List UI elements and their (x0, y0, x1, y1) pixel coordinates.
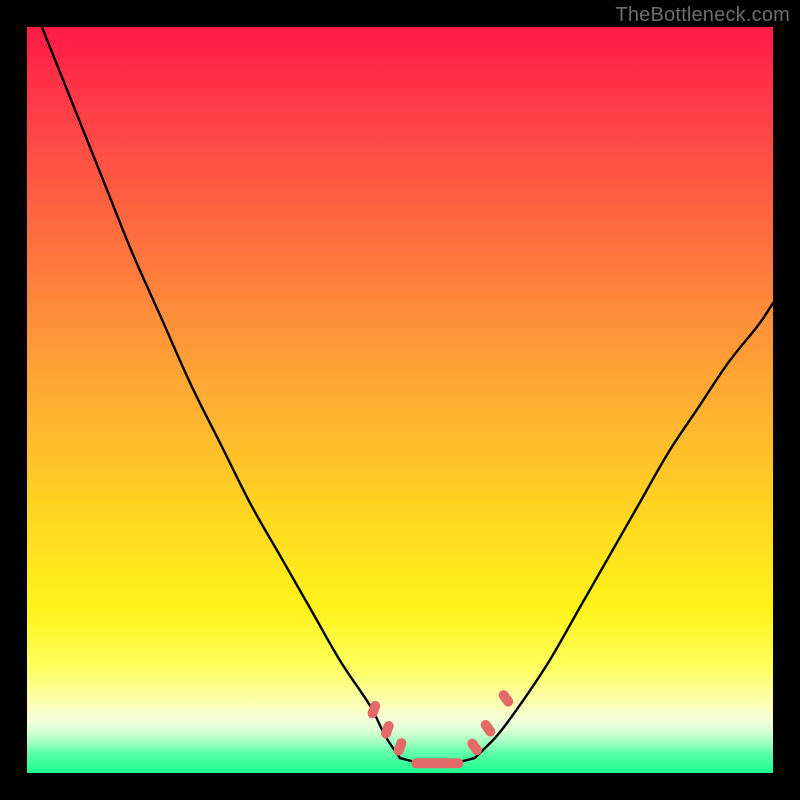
curve-left-arm (42, 27, 400, 758)
curve-marker (465, 737, 484, 757)
curve-marker (392, 737, 408, 757)
valley-floor-marker (411, 758, 463, 768)
curve-marker (479, 718, 498, 738)
curve-right-arm (475, 303, 773, 758)
highlight-markers (366, 688, 515, 768)
curve-layer (27, 27, 773, 773)
attribution-text: TheBottleneck.com (615, 4, 790, 27)
plot-area (27, 27, 773, 773)
curve-marker (497, 688, 516, 708)
chart-frame: TheBottleneck.com (0, 0, 800, 800)
bottleneck-curve (42, 27, 773, 764)
